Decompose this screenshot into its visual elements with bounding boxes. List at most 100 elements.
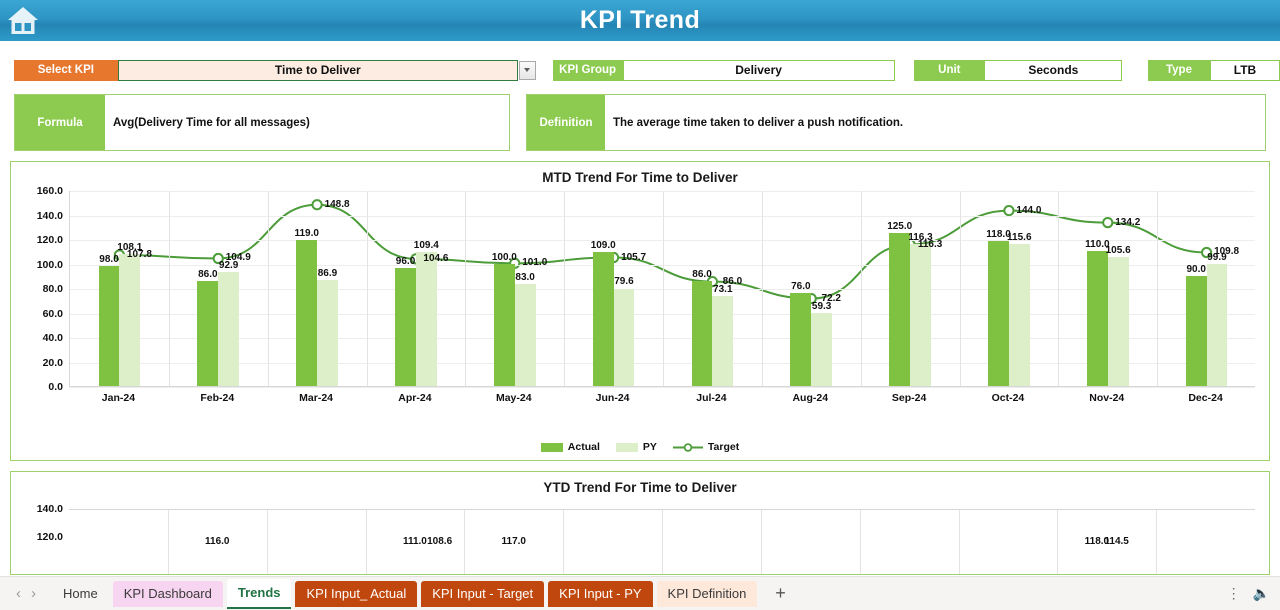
sheet-tab[interactable]: KPI Input - PY (548, 580, 653, 607)
speaker-icon[interactable]: 🔈 (1253, 585, 1270, 602)
y-tick-label: 80.0 (42, 283, 63, 295)
data-label-target: 72.2 (821, 292, 841, 304)
x-tick-label: Jan-24 (101, 392, 136, 404)
data-label-actual: 76.0 (791, 280, 811, 292)
ytd-chart-title: YTD Trend For Time to Deliver (543, 480, 737, 495)
y-tick-label: 40.0 (42, 332, 63, 344)
sheet-tabs: Home KPI Dashboard Trends KPI Input_ Actual… (52, 578, 761, 609)
bar-actual (395, 268, 416, 386)
bar-py (712, 296, 734, 386)
definition-box: Definition The average time taken to del… (526, 94, 1266, 151)
formula-box: Formula Avg(Delivery Time for all messag… (14, 94, 510, 151)
definition-value: The average time taken to deliver a push… (613, 116, 904, 129)
mtd-y-axis: 0.0 20.0 40.0 60.0 80.0 100.0 120.0 140.0 160.0 (11, 185, 69, 393)
x-tick-label: Sep-24 (891, 392, 927, 404)
bar-py (514, 284, 536, 386)
data-label-target: 104.6 (423, 252, 449, 264)
data-label-py: 86.9 (317, 267, 338, 279)
sheet-tab[interactable]: Trends (226, 578, 292, 609)
bar-actual (889, 232, 911, 386)
gridline-vertical (365, 510, 367, 574)
home-icon[interactable] (4, 2, 42, 39)
data-label-py: 83.0 (515, 272, 535, 284)
ytd-data-label: 114.5 (1104, 536, 1129, 547)
sheet-tab[interactable]: KPI Definition (656, 580, 758, 607)
data-label-actual: 125.0 (887, 220, 913, 232)
x-tick-label: Nov-24 (1089, 392, 1125, 404)
data-label-target: 101.0 (522, 257, 548, 269)
data-label-actual: 98.0 (99, 253, 119, 265)
y-tick-label: 0.0 (48, 381, 63, 393)
gridline-vertical (958, 510, 960, 574)
sheet-tab[interactable]: KPI Dashboard (112, 580, 223, 607)
add-sheet-button[interactable]: + (761, 583, 800, 604)
data-label-py: 79.6 (614, 276, 634, 288)
y-tick-label: 20.0 (42, 356, 63, 369)
y-tick-label: 120.0 (36, 234, 63, 246)
legend-item-actual: Actual (540, 441, 600, 453)
mtd-legend: Actual PY Target (11, 441, 1269, 453)
chevron-down-icon[interactable] (518, 60, 536, 80)
chevron-right-icon[interactable]: › (31, 586, 36, 601)
data-label-target: 105.7 (621, 251, 647, 263)
legend-item-target: Target (672, 441, 740, 453)
gridline-vertical (1157, 191, 1159, 386)
sheet-nav-arrows: ‹ › (8, 586, 52, 601)
data-label-target: 86.0 (722, 275, 743, 287)
more-vertical-icon[interactable]: ⋮ (1227, 585, 1241, 602)
py-swatch (615, 442, 638, 452)
bar-py (119, 253, 141, 386)
select-kpi-input[interactable]: Time to Deliver (117, 59, 518, 81)
data-label-target: 107.8 (126, 248, 152, 260)
select-kpi-control: Select KPI Time to Deliver (13, 59, 536, 81)
chevron-left-icon[interactable]: ‹ (16, 586, 21, 601)
gridline-vertical (959, 191, 961, 386)
app-header: KPI Trend (0, 0, 1280, 41)
sheet-tab-bar: ‹ › Home KPI Dashboard Trends KPI Input_ Ac… (0, 576, 1280, 610)
mtd-plot: 98.0 108.1 107.8 86.0 92.9 104.9 119.0 86.9 148.… (69, 191, 1255, 388)
bar-py (910, 243, 931, 386)
bar-actual (1086, 251, 1108, 386)
select-kpi-label: Select KPI (13, 59, 118, 81)
x-tick-label: Dec-24 (1188, 392, 1223, 404)
sheet-tab[interactable]: KPI Input - Target (421, 580, 545, 607)
sheet-tab[interactable]: KPI Input_ Actual (295, 580, 418, 607)
actual-swatch (540, 442, 563, 452)
gridline-vertical (564, 191, 566, 386)
bar-py (1206, 263, 1228, 386)
bar-py (1107, 256, 1129, 386)
sheet-tab[interactable]: Home (52, 581, 109, 607)
gridline-vertical (465, 191, 467, 386)
unit-control: Unit Seconds (914, 59, 1123, 81)
gridline-vertical (761, 191, 763, 386)
data-label-py: 105.6 (1105, 244, 1131, 256)
gridline-vertical (663, 191, 664, 386)
x-tick-label: Oct-24 (991, 392, 1025, 404)
data-label-py: 109.4 (413, 239, 439, 251)
gridline-vertical (859, 510, 861, 574)
bar-py (811, 313, 832, 386)
mtd-chart-panel: MTD Trend For Time to Deliver 0.0 20.0 40.… (10, 161, 1270, 461)
x-tick-label: May-24 (495, 392, 532, 404)
data-label-actual: 86.0 (692, 268, 712, 280)
gridline-vertical (662, 510, 663, 574)
legend-label-py: PY (642, 441, 657, 453)
gridline-vertical (266, 510, 268, 574)
gridline-vertical (366, 191, 368, 386)
data-label-py: 115.6 (1007, 232, 1032, 244)
data-label-target: 104.9 (225, 252, 251, 264)
page-title: KPI Trend (579, 6, 701, 34)
data-label-target: 144.0 (1016, 204, 1042, 216)
type-control: Type LTB (1147, 59, 1280, 81)
x-tick-label: Jun-24 (595, 392, 630, 404)
bar-actual (98, 265, 120, 386)
data-label-actual: 119.0 (294, 228, 319, 240)
data-label-target: 148.8 (324, 198, 350, 210)
bar-actual (592, 252, 614, 386)
mtd-chart-title: MTD Trend For Time to Deliver (542, 170, 738, 185)
gridline-vertical (563, 510, 565, 574)
formula-value: Avg(Delivery Time for all messages) (113, 116, 310, 129)
legend-label-target: Target (707, 441, 740, 453)
y-tick-label: 140.0 (36, 209, 63, 222)
tabbar-right-icons: ⋮ 🔈 (1227, 585, 1280, 602)
